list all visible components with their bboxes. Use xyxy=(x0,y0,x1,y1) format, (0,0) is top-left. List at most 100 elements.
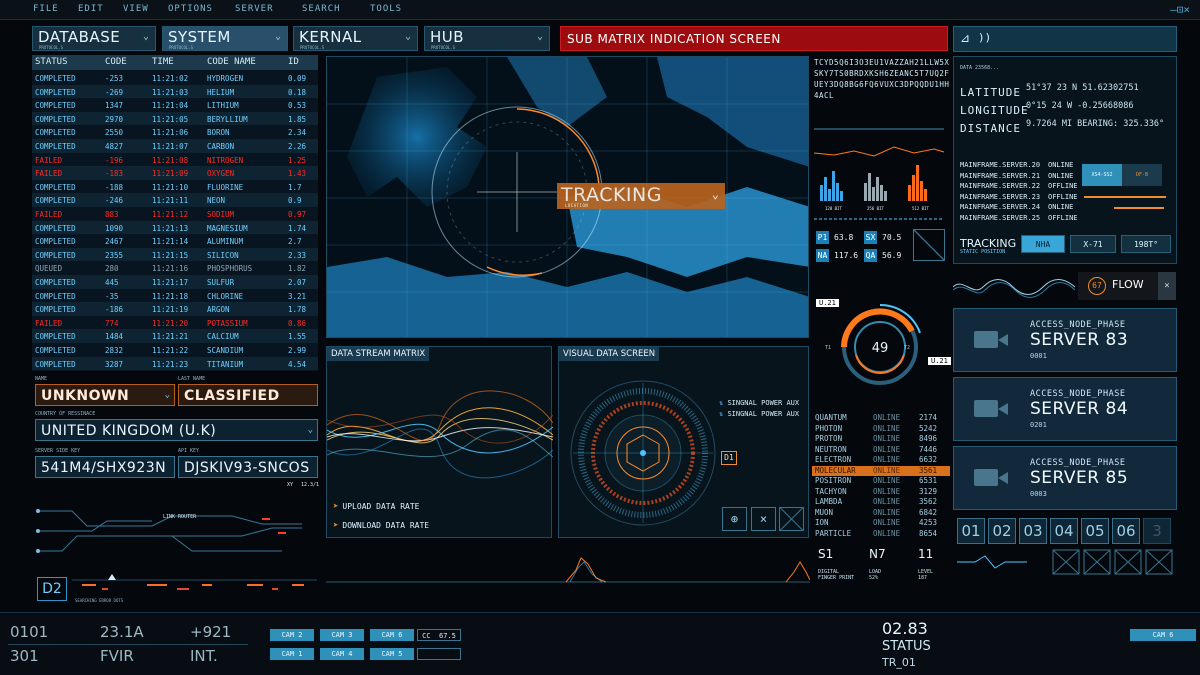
header-status[interactable]: STATUS xyxy=(35,57,68,67)
list-item[interactable]: PARTICLE ONLINE 8654 xyxy=(812,529,950,540)
list-item[interactable]: PROTON ONLINE 8496 xyxy=(812,434,950,445)
server-card-85[interactable]: ACCESS_NODE_PHASE SERVER 85 0003 xyxy=(953,446,1177,510)
slot-02[interactable]: 02 xyxy=(988,518,1016,544)
table-row[interactable]: COMPLETED 1484 11:21:21 CALCIUM 1.55 xyxy=(32,329,318,343)
empty-cam-slot[interactable] xyxy=(417,648,461,660)
table-row[interactable]: COMPLETED -246 11:21:11 NEON 0.9 xyxy=(32,193,318,207)
data-stream-waves xyxy=(327,390,553,479)
slot-04[interactable]: 04 xyxy=(1050,518,1078,544)
list-item[interactable]: ION ONLINE 4253 xyxy=(812,518,950,529)
cam-5-button[interactable]: CAM 5 xyxy=(370,648,414,660)
table-row[interactable]: COMPLETED 3287 11:21:23 TITANIUM 4.54 xyxy=(32,356,318,371)
name-field[interactable]: UNKNOWN ⌄ xyxy=(35,384,175,406)
cam-1-button[interactable]: CAM 1 xyxy=(270,648,314,660)
table-row[interactable]: COMPLETED 2355 11:21:15 SILICON 2.33 xyxy=(32,247,318,262)
close-icon[interactable]: × xyxy=(1158,272,1176,300)
table-row[interactable]: FAILED -183 11:21:09 OXYGEN 1.43 xyxy=(32,166,318,180)
satellite-icon[interactable]: ⊿ xyxy=(960,31,970,45)
table-row[interactable]: FAILED 774 11:21:20 POTASSIUM 0.86 xyxy=(32,316,318,330)
list-item[interactable]: NEUTRON ONLINE 7446 xyxy=(812,445,950,456)
element-code: 8654 xyxy=(919,528,938,538)
list-item[interactable]: MOLECULAR ONLINE 3561 xyxy=(812,465,950,476)
server-card-83[interactable]: ACCESS_NODE_PHASE SERVER 83 0001 xyxy=(953,308,1177,372)
menu-view[interactable]: VIEW xyxy=(123,4,149,14)
mainframe-row[interactable]: MAINFRAME.SERVER.24 ONLINE xyxy=(960,203,1073,211)
empty-box-icon[interactable] xyxy=(913,229,945,261)
upload-rate-button[interactable]: ➤ UPLOAD DATA RATE xyxy=(333,501,419,513)
list-item[interactable]: TACHYON ONLINE 3129 xyxy=(812,487,950,498)
hub-dropdown[interactable]: HUB PROTOCOL.S ⌄ xyxy=(424,26,550,51)
menu-edit[interactable]: EDIT xyxy=(78,4,104,14)
mainframe-row[interactable]: MAINFRAME.SERVER.22 OFFLINE xyxy=(960,182,1078,190)
slot-07[interactable]: 3 xyxy=(1143,518,1171,544)
menu-options[interactable]: OPTIONS xyxy=(168,4,213,14)
mf-button-2[interactable]: DF-B xyxy=(1122,164,1162,186)
mf-button-1[interactable]: XS4-SS2 xyxy=(1082,164,1122,186)
flow-widget[interactable]: 67 FLOW xyxy=(1078,272,1158,300)
tracking-btn-nha[interactable]: NHA xyxy=(1021,235,1065,253)
list-item[interactable]: LAMBDA ONLINE 3562 xyxy=(812,497,950,508)
api-key-field[interactable]: DJSKIV93-SNCOS xyxy=(178,456,318,478)
server-card-84[interactable]: ACCESS_NODE_PHASE SERVER 84 0201 xyxy=(953,377,1177,441)
list-item[interactable]: PHOTON ONLINE 5242 xyxy=(812,424,950,435)
cam-3-button[interactable]: CAM 3 xyxy=(320,629,364,641)
list-item[interactable]: MUON ONLINE 6842 xyxy=(812,508,950,519)
menu-tools[interactable]: TOOLS xyxy=(370,4,402,14)
slot-05[interactable]: 05 xyxy=(1081,518,1109,544)
world-map[interactable]: TRACKING ⌄ LOCATION xyxy=(326,56,809,338)
close-icon[interactable]: × xyxy=(751,507,776,531)
cam-2-button[interactable]: CAM 2 xyxy=(270,629,314,641)
mainframe-row[interactable]: MAINFRAME.SERVER.20 ONLINE xyxy=(960,161,1073,169)
list-item[interactable]: QUANTUM ONLINE 2174 xyxy=(812,413,950,424)
cam-6-button[interactable]: CAM 6 xyxy=(370,629,414,641)
mainframe-row[interactable]: MAINFRAME.SERVER.25 OFFLINE xyxy=(960,214,1078,222)
cc-indicator[interactable]: CC 67.5 xyxy=(417,629,461,641)
table-row[interactable]: COMPLETED 2550 11:21:06 BORON 2.34 xyxy=(32,125,318,139)
menu-file[interactable]: FILE xyxy=(33,4,59,14)
tracking-btn-x71[interactable]: X-71 xyxy=(1070,235,1116,253)
table-row[interactable]: COMPLETED -186 11:21:19 ARGON 1.78 xyxy=(32,302,318,316)
country-field[interactable]: UNITED KINGDOM (U.K) ⌄ xyxy=(35,419,318,441)
table-row[interactable]: FAILED -196 11:21:08 NITROGEN 1.25 xyxy=(32,153,318,167)
table-row[interactable]: FAILED 883 11:21:12 SODIUM 0.97 xyxy=(32,207,318,221)
header-time[interactable]: TIME xyxy=(152,57,174,67)
slot-01[interactable]: 01 xyxy=(957,518,985,544)
table-row[interactable]: COMPLETED 2832 11:21:22 SCANDIUM 2.99 xyxy=(32,343,318,357)
menu-search[interactable]: SEARCH xyxy=(302,4,341,14)
table-row[interactable]: QUEUED 280 11:21:16 PHOSPHORUS 1.82 xyxy=(32,261,318,275)
database-dropdown[interactable]: DATABASE PROTOCOL.S ⌄ xyxy=(32,26,156,51)
table-row[interactable]: COMPLETED 1090 11:21:13 MAGNESIUM 1.74 xyxy=(32,220,318,235)
window-controls[interactable]: —⊡× xyxy=(1170,3,1190,16)
header-code-name[interactable]: CODE NAME xyxy=(207,57,256,67)
table-row[interactable]: COMPLETED 4827 11:21:07 CARBON 2.26 xyxy=(32,139,318,153)
header-id[interactable]: ID xyxy=(288,57,299,67)
download-rate-button[interactable]: ➤ DOWNLOAD DATA RATE xyxy=(333,520,429,532)
table-row[interactable]: COMPLETED -253 11:21:02 HYDROGEN 0.09 xyxy=(32,71,318,85)
mainframe-row[interactable]: MAINFRAME.SERVER.21 ONLINE xyxy=(960,172,1073,180)
table-row[interactable]: COMPLETED -269 11:21:03 HELIUM 0.18 xyxy=(32,84,318,99)
cam-4-button[interactable]: CAM 4 xyxy=(320,648,364,660)
slot-06[interactable]: 06 xyxy=(1112,518,1140,544)
table-row[interactable]: COMPLETED 2467 11:21:14 ALUMINUM 2.7 xyxy=(32,234,318,248)
mainframe-row[interactable]: MAINFRAME.SERVER.23 OFFLINE xyxy=(960,193,1078,201)
tracking-btn-198t[interactable]: 198T° xyxy=(1121,235,1171,253)
kernal-dropdown[interactable]: KERNAL PROTOCOL.S ⌄ xyxy=(293,26,418,51)
list-item[interactable]: ELECTRON ONLINE 6632 xyxy=(812,455,950,466)
table-row[interactable]: COMPLETED 1347 11:21:04 LITHIUM 0.53 xyxy=(32,98,318,112)
list-item[interactable]: POSITRON ONLINE 6531 xyxy=(812,476,950,487)
target-icon[interactable]: ⊕ xyxy=(722,507,747,531)
table-row[interactable]: COMPLETED -35 11:21:18 CHLORINE 3.21 xyxy=(32,289,318,303)
empty-box-icon[interactable] xyxy=(779,507,804,531)
slot-03[interactable]: 03 xyxy=(1019,518,1047,544)
table-row[interactable]: COMPLETED -188 11:21:10 FLUORINE 1.7 xyxy=(32,180,318,194)
last-name-field[interactable]: CLASSIFIED xyxy=(178,384,318,406)
wifi-icon[interactable]: )) xyxy=(978,31,991,44)
system-dropdown[interactable]: SYSTEM PROTOCOL.S ⌄ xyxy=(162,26,288,51)
table-row[interactable]: COMPLETED 2970 11:21:05 BERYLLIUM 1.85 xyxy=(32,111,318,126)
tracking-label[interactable]: TRACKING ⌄ LOCATION xyxy=(557,183,725,209)
table-row[interactable]: COMPLETED 445 11:21:17 SULFUR 2.07 xyxy=(32,275,318,289)
menu-server[interactable]: SERVER xyxy=(235,4,274,14)
cam-6-right-button[interactable]: CAM 6 xyxy=(1130,629,1196,641)
server-key-field[interactable]: 541M4/SHX923N xyxy=(35,456,175,478)
header-code[interactable]: CODE xyxy=(105,57,127,67)
